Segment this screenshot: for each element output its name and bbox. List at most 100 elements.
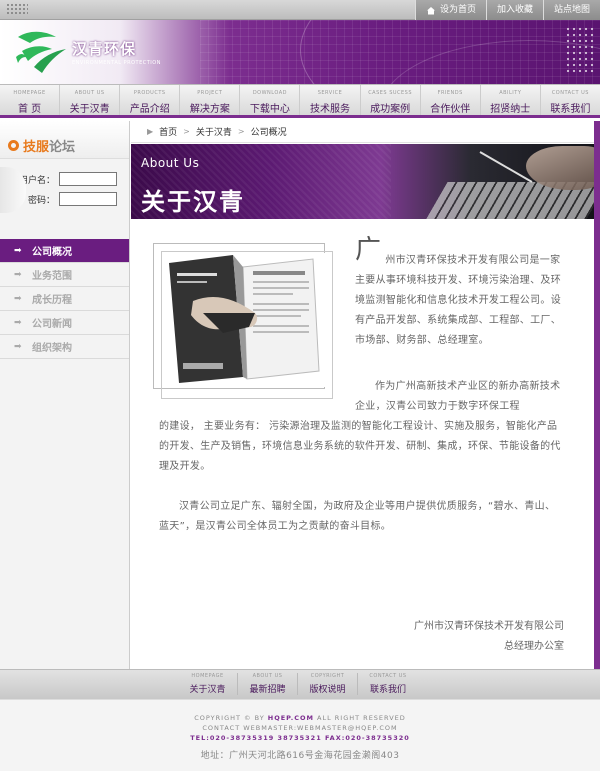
footer-link-contact[interactable]: CONTACT US 联系我们 — [358, 673, 418, 695]
username-input[interactable] — [59, 172, 117, 186]
footer-link-cn: 联系我们 — [369, 685, 406, 695]
right-stripe — [594, 121, 600, 669]
sidebar-item-business-scope[interactable]: ➡ 业务范围 — [0, 263, 129, 287]
pen-image — [479, 151, 533, 183]
nav-cn: 解决方案 — [189, 104, 230, 115]
brochure-image — [163, 253, 325, 387]
nav-item-homepage[interactable]: HOMEPAGE 首 页 — [0, 85, 61, 115]
footer-link-en: HOMEPAGE — [191, 673, 224, 679]
sidebar-item-history[interactable]: ➡ 成长历程 — [0, 287, 129, 311]
breadcrumb-current: 公司概况 — [250, 128, 287, 138]
add-favorite-label: 加入收藏 — [496, 5, 533, 15]
nav-item-project[interactable]: PROJECT 解决方案 — [180, 85, 241, 115]
contact-webmaster[interactable]: CONTACT WEBMASTER:WEBMASTER@HQEP.COM — [0, 724, 600, 732]
copyright-site[interactable]: HQEP.COM — [268, 714, 314, 722]
sitemap-link[interactable]: 站点地图 — [542, 0, 600, 20]
copyright-line: COPYRIGHT © BY HQEP.COM ALL RIGHT RESERV… — [0, 714, 600, 722]
footer: COPYRIGHT © BY HQEP.COM ALL RIGHT RESERV… — [0, 699, 600, 771]
nav-en: HOMEPAGE — [13, 90, 46, 96]
logo-text: 汉青环保 ENVIRONMENTAL PROTECTION — [72, 38, 161, 66]
article: 广 州市汉青环保技术开发有限公司是一家主要从事环境科技开发、环境污染治理、及环境… — [131, 219, 594, 669]
logo-en: ENVIRONMENTAL PROTECTION — [72, 60, 161, 66]
arrow-right-icon: ➡ — [14, 269, 22, 280]
intro-paragraph: 广 州市汉青环保技术开发有限公司是一家主要从事环境科技开发、环境污染治理、及环境… — [355, 235, 563, 351]
footer-nav: HOMEPAGE 关于汉青 ABOUT US 最新招聘 COPYRIGHT 版权说明 … — [0, 669, 600, 699]
nav-item-products[interactable]: PRODUCTS 产品介绍 — [120, 85, 181, 115]
intro-text: 州市汉青环保技术开发有限公司是一家主要从事环境科技开发、环境污染治理、及环境监测… — [355, 255, 561, 346]
password-input[interactable] — [59, 192, 117, 206]
business-paragraph-top: 作为广州高新技术产业区的新办高新技术企业，汉青公司致力于数字环保工程 — [355, 377, 563, 417]
nav-en: CASES SUCESS — [368, 90, 413, 96]
mission-text: 汉青公司立足广东、辐射全国，为政府及企业等用户提供优质服务，“碧水、青山、蓝天”… — [159, 501, 556, 532]
forum-title-a: 技服 — [23, 140, 50, 155]
nav-en: PROJECT — [197, 90, 223, 96]
sidebar-item-structure[interactable]: ➡ 组织架构 — [0, 335, 129, 359]
top-bar: 设为首页 加入收藏 站点地图 — [0, 0, 600, 20]
sidebar-item-label: 公司概况 — [32, 247, 72, 258]
sidebar: 技服 论坛 用户名： 密码： ➡ 公司概况 ➡ 业务范围 ➡ 成长历程 ➡ 公司新闻 ➡… — [0, 121, 130, 669]
nav-cn: 首 页 — [17, 104, 42, 115]
logo[interactable]: 汉青环保 ENVIRONMENTAL PROTECTION — [12, 24, 161, 80]
nav-item-cases[interactable]: CASES SUCESS 成功案例 — [361, 85, 421, 115]
nav-en: ABOUT US — [74, 90, 105, 96]
arrow-right-icon: ➡ — [14, 293, 22, 304]
nav-item-download[interactable]: DOWNLOAD 下载中心 — [240, 85, 301, 115]
footer-link-en: ABOUT US — [252, 673, 283, 679]
sidebar-item-label: 业务范围 — [32, 271, 72, 282]
sidebar-menu: ➡ 公司概况 ➡ 业务范围 ➡ 成长历程 ➡ 公司新闻 ➡ 组织架构 — [0, 239, 129, 359]
footer-link-about[interactable]: HOMEPAGE 关于汉青 — [178, 673, 238, 695]
sitemap-label: 站点地图 — [553, 5, 590, 15]
top-links: 设为首页 加入收藏 站点地图 — [414, 0, 600, 20]
address: 地址：广州天河北路616号金海花园金濑阁403 — [200, 751, 400, 761]
brochure-figure — [153, 243, 333, 399]
copyright-suffix: ALL RIGHT RESERVED — [313, 714, 406, 722]
forum-title-b: 论坛 — [49, 140, 76, 155]
add-favorite-link[interactable]: 加入收藏 — [485, 0, 543, 20]
banner-dots — [565, 26, 595, 74]
forum-header[interactable]: 技服 论坛 — [0, 121, 129, 159]
signature: 广州市汉青环保技术开发有限公司 总经理办公室 — [414, 617, 564, 657]
signature-company: 广州市汉青环保技术开发有限公司 — [414, 621, 564, 632]
footer-link-copyright[interactable]: COPYRIGHT 版权说明 — [298, 673, 358, 695]
set-homepage-link[interactable]: 设为首页 — [414, 0, 486, 20]
nav-item-about[interactable]: ABOUT US 关于汉青 — [60, 85, 121, 115]
nav-cn: 成功案例 — [370, 104, 411, 115]
footer-link-cn: 最新招聘 — [249, 685, 286, 695]
business-text: 的建设， 主要业务有： 污染源治理及监测的智能化工程设计、实施及服务，智能化产品… — [159, 421, 561, 472]
sidebar-item-label: 成长历程 — [32, 295, 72, 306]
sidebar-item-news[interactable]: ➡ 公司新闻 — [0, 311, 129, 335]
home-icon — [426, 6, 435, 14]
business-text-top: 作为广州高新技术产业区的新办高新技术企业，汉青公司致力于数字环保工程 — [355, 381, 561, 412]
sidebar-item-label: 公司新闻 — [32, 319, 72, 330]
nav-item-contact[interactable]: CONTACT US 联系我们 — [541, 85, 600, 115]
breadcrumb-section[interactable]: 关于汉青 — [196, 125, 232, 138]
breadcrumb-home[interactable]: 首页 — [159, 125, 177, 138]
sidebar-item-company-overview[interactable]: ➡ 公司概况 — [0, 239, 129, 263]
hero-title-en: About Us — [141, 156, 200, 170]
signature-office: 总经理办公室 — [504, 641, 564, 652]
nav-item-service[interactable]: SERVICE 技术服务 — [300, 85, 361, 115]
nav-en: FRIENDS — [437, 90, 463, 96]
nav-en: DOWNLOAD — [252, 90, 288, 96]
nav-cn: 合作伙伴 — [430, 104, 471, 115]
nav-cn: 产品介绍 — [129, 104, 170, 115]
arrow-right-icon: ➡ — [14, 317, 22, 328]
business-paragraph: 的建设， 主要业务有： 污染源治理及监测的智能化工程设计、实施及服务，智能化产品… — [159, 417, 563, 477]
mission-paragraph: 汉青公司立足广东、辐射全国，为政府及企业等用户提供优质服务，“碧水、青山、蓝天”… — [159, 497, 563, 537]
breadcrumb-separator: > — [237, 127, 245, 136]
arrow-right-icon: ➡ — [14, 341, 22, 352]
nav-en: SERVICE — [317, 90, 343, 96]
sidebar-item-label: 组织架构 — [32, 343, 72, 354]
footer-link-jobs[interactable]: ABOUT US 最新招聘 — [238, 673, 298, 695]
leaf-logo-icon — [16, 31, 66, 73]
breadcrumb-separator: > — [183, 127, 190, 136]
nav-cn: 联系我们 — [550, 104, 591, 115]
footer-link-en: COPYRIGHT — [310, 673, 345, 679]
nav-cn: 下载中心 — [249, 104, 290, 115]
nav-en: CONTACT US — [551, 90, 589, 96]
nav-item-friends[interactable]: FRIENDS 合作伙伴 — [421, 85, 481, 115]
copyright-prefix: COPYRIGHT © BY — [194, 714, 268, 722]
logo-cn: 汉青环保 — [72, 40, 137, 58]
nav-item-ability[interactable]: ABILITY 招贤纳士 — [481, 85, 541, 115]
forum-circle-icon — [8, 140, 19, 151]
